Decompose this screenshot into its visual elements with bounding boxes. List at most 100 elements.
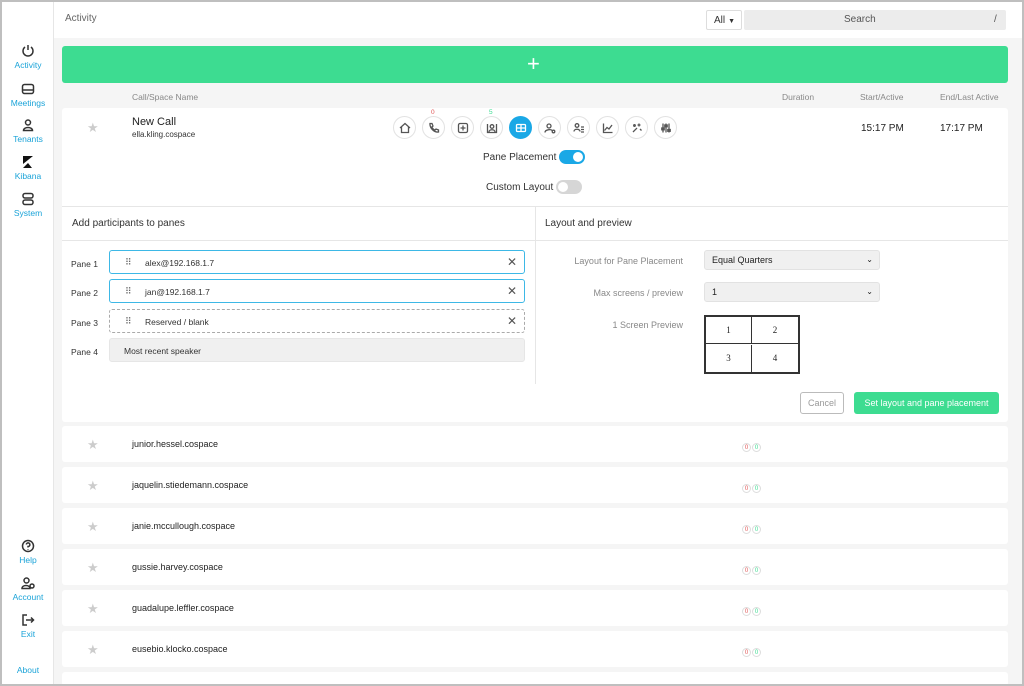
set-layout-button[interactable]: Set layout and pane placement (854, 392, 999, 414)
max-screens-value: 1 (712, 287, 718, 297)
add-participant-button[interactable] (451, 116, 474, 139)
custom-layout-toggle[interactable] (556, 180, 582, 194)
sidebar-item-label: Kibana (14, 171, 42, 181)
meetings-icon (21, 82, 35, 96)
stats-button[interactable] (596, 116, 619, 139)
user-gear-icon (544, 123, 556, 134)
sidebar-item-label: About (16, 665, 40, 675)
sidebar-item-exit[interactable]: Exit (2, 613, 54, 639)
call-name: junior.hessel.cospace (132, 439, 219, 449)
badge-green: 0 (752, 443, 761, 452)
sidebar-item-about[interactable]: About (2, 665, 54, 675)
badge-red: 0 (742, 607, 751, 616)
account-icon (21, 576, 35, 590)
participants-button[interactable]: 5 (480, 109, 503, 139)
star-icon[interactable]: ★ (87, 601, 99, 617)
pane-participant: Most recent speaker (124, 346, 202, 356)
add-participants-title: Add participants to panes (72, 218, 185, 229)
badge-green: 0 (752, 607, 761, 616)
star-icon[interactable]: ★ (87, 560, 99, 576)
effects-button[interactable] (625, 116, 648, 139)
star-icon[interactable]: ★ (87, 437, 99, 453)
status-badges: 00 (742, 440, 762, 452)
sliders-icon (661, 123, 671, 133)
sidebar-item-label: Help (19, 555, 37, 565)
sidebar: Activity Meetings Tenants Kibana System … (2, 2, 54, 684)
max-screens-label: Max screens / preview (593, 288, 683, 298)
drag-handle-icon[interactable]: ⠿ (125, 316, 132, 327)
call-name: janie.mccullough.cospace (132, 521, 236, 531)
plus-icon: + (527, 51, 540, 76)
call-row[interactable]: ★ gussie.harvey.cospace 00 (62, 549, 1008, 585)
layout-select[interactable]: Equal Quarters ⌄ (704, 250, 880, 270)
add-box-icon (457, 122, 469, 134)
sidebar-item-label: System (13, 208, 43, 218)
call-start-time: 15:17 PM (861, 123, 904, 134)
sidebar-item-label: Activity (14, 60, 42, 70)
star-icon[interactable]: ★ (87, 519, 99, 535)
call-space-id: ella.kling.cospace (132, 130, 196, 139)
sidebar-item-help[interactable]: Help (2, 539, 54, 565)
star-icon[interactable]: ★ (87, 120, 99, 136)
toggle-knob (558, 182, 568, 192)
call-row[interactable]: ★ guadalupe.leffler.cospace 00 (62, 590, 1008, 626)
chart-line-icon (602, 123, 613, 134)
call-name: jaquelin.stiedemann.cospace (132, 480, 249, 490)
sidebar-item-kibana[interactable]: Kibana (2, 155, 54, 181)
call-name: eusebio.klocko.cospace (132, 644, 228, 654)
call-row[interactable]: ★ eusebio.klocko.cospace 00 (62, 631, 1008, 667)
badge-red: 0 (742, 525, 751, 534)
call-row[interactable] (62, 672, 1008, 684)
badge-red: 0 (742, 484, 751, 493)
screen-preview: 1 2 3 4 (704, 315, 800, 374)
star-icon[interactable]: ★ (87, 642, 99, 658)
system-icon (21, 192, 35, 206)
layout-button[interactable] (509, 116, 532, 139)
home-icon (399, 122, 411, 134)
user-list-button[interactable] (567, 116, 590, 139)
page-title: Activity (65, 13, 97, 24)
sidebar-item-account[interactable]: Account (2, 576, 54, 602)
user-settings-button[interactable] (538, 116, 561, 139)
pane-placement-toggle[interactable] (559, 150, 585, 164)
sidebar-item-label: Account (12, 592, 44, 602)
badge-red: 0 (742, 566, 751, 575)
pane-placement-label: Pane Placement (483, 152, 557, 163)
app-window: Activity Meetings Tenants Kibana System … (0, 0, 1024, 686)
pane-1-slot[interactable]: ⠿ alex@192.168.1.7 ✕ (109, 250, 525, 274)
call-end-time: 17:17 PM (940, 123, 983, 134)
pane-2-slot[interactable]: ⠿ jan@192.168.1.7 ✕ (109, 279, 525, 303)
star-icon[interactable]: ★ (87, 478, 99, 494)
call-row[interactable]: ★ jaquelin.stiedemann.cospace 00 (62, 467, 1008, 503)
home-button[interactable] (393, 116, 416, 139)
sidebar-item-activity[interactable]: Activity (2, 44, 54, 70)
add-call-button[interactable]: + (62, 46, 1008, 83)
badge-red: 0 (742, 443, 751, 452)
search-shortcut-hint: / (994, 14, 997, 25)
settings-sliders-button[interactable] (654, 116, 677, 139)
sidebar-item-system[interactable]: System (2, 192, 54, 218)
preview-cell: 4 (772, 353, 778, 363)
phone-button[interactable]: 0 (422, 109, 445, 139)
top-bar: Activity All ▼ Search / (54, 2, 1022, 38)
max-screens-select[interactable]: 1 ⌄ (704, 282, 880, 302)
pane-participant: Reserved / blank (145, 317, 209, 327)
layout-grid-icon (515, 123, 527, 133)
filter-dropdown[interactable]: All ▼ (706, 10, 742, 30)
layout-select-value: Equal Quarters (712, 255, 773, 265)
cancel-button[interactable]: Cancel (800, 392, 844, 414)
activity-icon (21, 44, 35, 58)
phone-icon (429, 122, 440, 133)
call-row[interactable]: ★ junior.hessel.cospace 00 (62, 426, 1008, 462)
preview-label: 1 Screen Preview (612, 320, 683, 330)
pane-label: Pane 4 (71, 347, 98, 357)
sidebar-item-meetings[interactable]: Meetings (2, 82, 54, 108)
column-header-end: End/Last Active (940, 92, 999, 102)
badge-green: 0 (752, 648, 761, 657)
help-icon (21, 539, 35, 553)
drag-handle-icon[interactable]: ⠿ (125, 257, 132, 268)
drag-handle-icon[interactable]: ⠿ (125, 286, 132, 297)
pane-3-slot[interactable]: ⠿ Reserved / blank ✕ (109, 309, 525, 333)
call-row[interactable]: ★ janie.mccullough.cospace 00 (62, 508, 1008, 544)
sidebar-item-tenants[interactable]: Tenants (2, 118, 54, 144)
